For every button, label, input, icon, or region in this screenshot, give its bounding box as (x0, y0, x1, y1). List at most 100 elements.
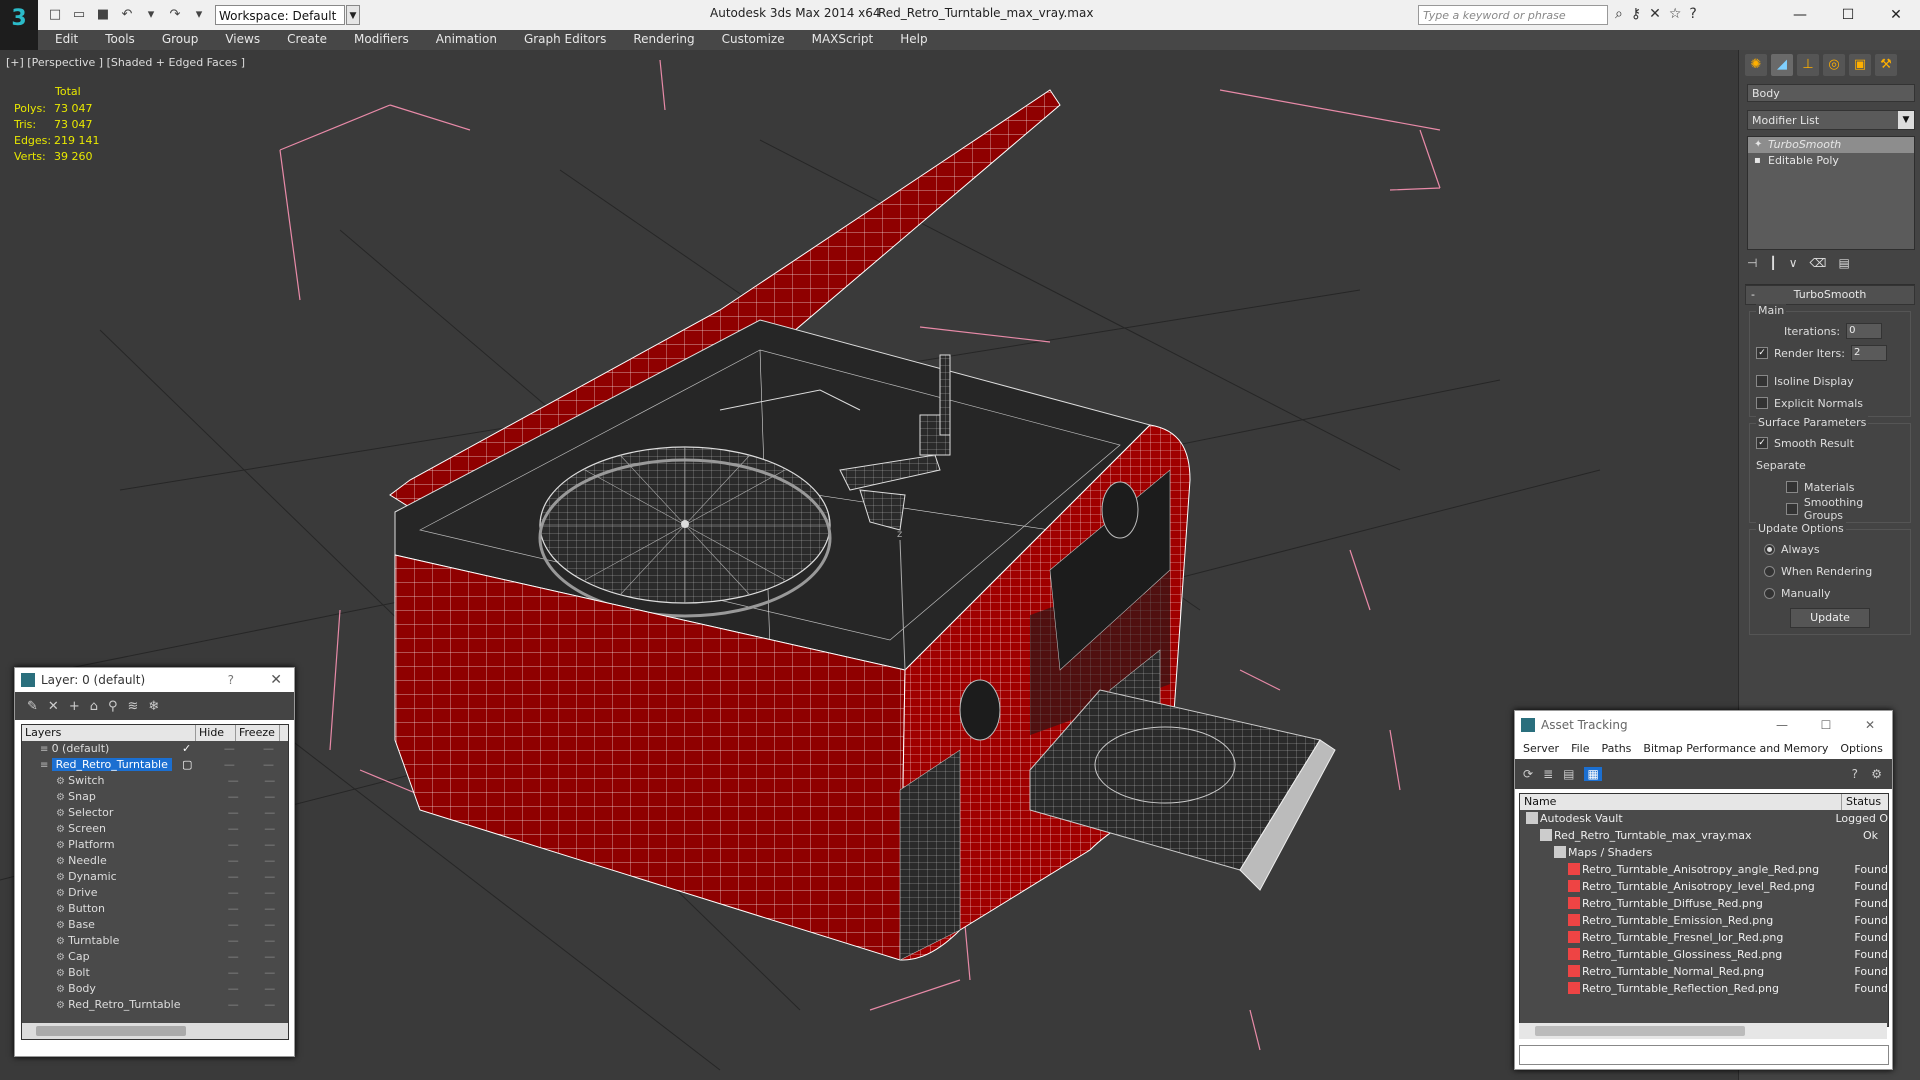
layer-row[interactable]: ⚙ Platform — — (22, 837, 288, 853)
render-iters-spinner[interactable]: 2 (1850, 345, 1887, 361)
hide-toggle[interactable]: — (215, 997, 252, 1013)
set-current-icon[interactable]: ▢ (182, 757, 192, 773)
column-status[interactable]: Status (1842, 794, 1881, 810)
asset-row[interactable]: Retro_Turntable_Glossiness_Red.png Found (1520, 946, 1888, 963)
hide-toggle[interactable]: — (215, 917, 252, 933)
settings-icon[interactable]: ⚙ (1871, 767, 1882, 781)
menu-maxscript[interactable]: MAXScript (812, 32, 874, 46)
layer-row[interactable]: ⚙ Button — — (22, 901, 288, 917)
stack-item-editable-poly[interactable]: ▪ Editable Poly (1748, 153, 1914, 169)
freeze-toggle[interactable]: — (251, 917, 288, 933)
freeze-toggle[interactable]: — (251, 901, 288, 917)
new-file-icon[interactable]: □ (46, 6, 64, 24)
layer-row[interactable]: ⚙ Cap — — (22, 949, 288, 965)
freeze-toggle[interactable]: — (251, 965, 288, 981)
key-icon[interactable]: ⚷ (1631, 6, 1641, 22)
minimize-icon[interactable]: — (1760, 711, 1804, 739)
layer-row[interactable]: ⚙ Screen — — (22, 821, 288, 837)
explicit-normals-checkbox[interactable] (1756, 397, 1768, 409)
scrollbar-thumb[interactable] (36, 1026, 186, 1036)
column-layers[interactable]: Layers (22, 725, 196, 741)
freeze-toggle[interactable]: — (251, 853, 288, 869)
minimize-icon[interactable]: — (1776, 0, 1824, 30)
menu-graph-editors[interactable]: Graph Editors (524, 32, 606, 46)
object-name-field[interactable]: Body (1747, 84, 1915, 102)
asset-menu-paths[interactable]: Paths (1602, 739, 1632, 759)
asset-menu-bitmap[interactable]: Bitmap Performance and Memory (1643, 739, 1828, 759)
star-icon[interactable]: ☆ (1669, 6, 1682, 22)
layer-row[interactable]: ⚙ Dynamic — — (22, 869, 288, 885)
motion-tab-icon[interactable]: ◎ (1823, 54, 1845, 76)
remove-modifier-icon[interactable]: ⌫ (1809, 256, 1826, 270)
when-rendering-radio[interactable] (1764, 565, 1775, 577)
asset-row[interactable]: Autodesk Vault Logged O (1520, 810, 1888, 827)
freeze-toggle[interactable]: — (251, 997, 288, 1013)
close-icon[interactable]: ✕ (270, 668, 282, 692)
table-view-icon[interactable]: ▦ (1584, 767, 1602, 781)
close-icon[interactable]: ✕ (1872, 0, 1920, 30)
hide-all-icon[interactable]: ≋ (128, 699, 139, 714)
hide-toggle[interactable]: — (215, 805, 252, 821)
search-input[interactable]: Type a keyword or phrase (1418, 5, 1608, 25)
app-menu-button[interactable]: 3 (0, 0, 38, 38)
menu-customize[interactable]: Customize (722, 32, 785, 46)
maximize-icon[interactable]: ☐ (1824, 0, 1872, 30)
modify-tab-icon[interactable]: ◢ (1771, 54, 1793, 76)
asset-menu-file[interactable]: File (1571, 739, 1589, 759)
asset-row[interactable]: Retro_Turntable_Reflection_Red.png Found (1520, 980, 1888, 997)
lightbulb-icon[interactable]: ✦ (1754, 137, 1762, 153)
save-file-icon[interactable]: ■ (94, 6, 112, 24)
freeze-toggle[interactable]: — (249, 741, 288, 757)
current-layer-check-icon[interactable]: ✓ (182, 741, 191, 757)
materials-checkbox[interactable] (1786, 481, 1798, 493)
freeze-toggle[interactable]: — (251, 805, 288, 821)
column-freeze[interactable]: Freeze (236, 725, 280, 741)
menu-create[interactable]: Create (287, 32, 327, 46)
menu-edit[interactable]: Edit (55, 32, 78, 46)
hide-toggle[interactable]: — (215, 869, 252, 885)
layer-window-titlebar[interactable]: Layer: 0 (default) ? ✕ (15, 668, 294, 692)
add-to-layer-icon[interactable]: + (69, 699, 80, 714)
hide-toggle[interactable]: — (215, 965, 252, 981)
hide-toggle[interactable]: — (215, 853, 252, 869)
asset-row[interactable]: Maps / Shaders (1520, 844, 1888, 861)
layer-row[interactable]: ⚙ Body — — (22, 981, 288, 997)
open-file-icon[interactable]: ▭ (70, 6, 88, 24)
pin-stack-icon[interactable]: ⊣ (1747, 256, 1757, 270)
column-hide[interactable]: Hide (196, 725, 236, 741)
rollout-header[interactable]: - TurboSmooth (1745, 285, 1915, 305)
freeze-toggle[interactable]: — (251, 949, 288, 965)
menu-modifiers[interactable]: Modifiers (354, 32, 409, 46)
undo-dropdown-icon[interactable]: ▾ (142, 6, 160, 24)
hide-toggle[interactable]: — (210, 757, 249, 773)
asset-row[interactable]: Retro_Turntable_Anisotropy_angle_Red.png… (1520, 861, 1888, 878)
freeze-all-icon[interactable]: ❄ (148, 699, 159, 714)
configure-sets-icon[interactable]: ▤ (1838, 256, 1849, 270)
close-icon[interactable]: ✕ (1848, 711, 1892, 739)
column-name[interactable]: Name (1520, 794, 1842, 810)
workspace-select[interactable]: Workspace: Default (215, 5, 345, 25)
layer-row[interactable]: ≡ Red_Retro_Turntable — — ▢ (22, 757, 288, 773)
menu-rendering[interactable]: Rendering (633, 32, 694, 46)
list-view-icon[interactable]: ≣ (1543, 767, 1553, 781)
select-in-layer-icon[interactable]: ⌂ (90, 699, 98, 714)
layer-row[interactable]: ⚙ Selector — — (22, 805, 288, 821)
utilities-tab-icon[interactable]: ⚒ (1875, 54, 1897, 76)
asset-row[interactable]: Retro_Turntable_Emission_Red.png Found (1520, 912, 1888, 929)
create-layer-icon[interactable]: ✎ (27, 699, 38, 714)
freeze-toggle[interactable]: — (251, 933, 288, 949)
create-tab-icon[interactable]: ✺ (1745, 54, 1767, 76)
hide-toggle[interactable]: — (215, 901, 252, 917)
scrollbar-thumb[interactable] (1535, 1026, 1745, 1036)
help-icon[interactable]: ? (1852, 767, 1858, 781)
help-icon[interactable]: ? (228, 668, 234, 692)
asset-window-titlebar[interactable]: Asset Tracking — ☐ ✕ (1515, 711, 1892, 739)
horizontal-scrollbar[interactable] (22, 1023, 288, 1039)
manually-radio[interactable] (1764, 587, 1775, 599)
hide-toggle[interactable]: — (215, 933, 252, 949)
smoothing-groups-checkbox[interactable] (1786, 503, 1798, 515)
refresh-icon[interactable]: ⟳ (1523, 767, 1533, 781)
horizontal-scrollbar[interactable] (1519, 1023, 1887, 1039)
menu-views[interactable]: Views (225, 32, 260, 46)
smooth-result-checkbox[interactable]: ✓ (1756, 437, 1768, 449)
